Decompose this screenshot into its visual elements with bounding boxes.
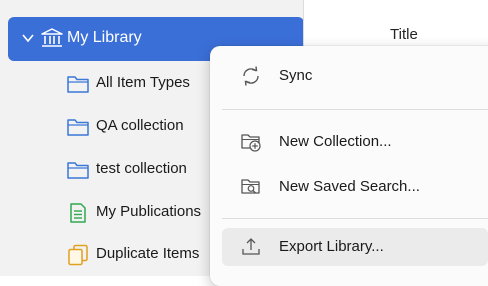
tree-item-label: My Publications — [96, 203, 202, 220]
menu-item-label: New Saved Search... — [279, 178, 420, 195]
tree-item-label: QA collection — [96, 117, 184, 134]
my-library-label: My Library — [67, 29, 142, 46]
folder-icon — [67, 76, 89, 93]
menu-item-label: New Collection... — [279, 133, 392, 150]
tree-item-test-collection[interactable]: test collection — [66, 155, 226, 185]
folder-icon — [67, 162, 89, 179]
sync-icon — [243, 66, 259, 86]
context-menu: Sync New Collection... New Saved Search.… — [210, 46, 488, 286]
menu-item-sync[interactable]: Sync — [222, 57, 488, 95]
folder-icon — [67, 119, 89, 136]
menu-item-label: Export Library... — [279, 238, 384, 255]
export-icon — [242, 238, 260, 255]
tree-item-my-publications[interactable]: My Publications — [66, 198, 226, 228]
tree-item-duplicate-items[interactable]: Duplicate Items — [66, 240, 226, 270]
tree-item-label: Duplicate Items — [96, 245, 200, 262]
menu-item-new-saved-search[interactable]: New Saved Search... — [222, 168, 488, 206]
library-icon — [41, 28, 63, 47]
menu-item-label: Sync — [279, 67, 313, 84]
menu-item-export-library[interactable]: Export Library... — [222, 228, 488, 266]
menu-item-new-collection[interactable]: New Collection... — [222, 123, 488, 161]
tree-item-qa-collection[interactable]: QA collection — [66, 112, 226, 142]
title-column-header[interactable]: Title — [390, 26, 418, 43]
menu-separator — [222, 218, 488, 219]
new-saved-search-icon — [241, 179, 260, 194]
tree-item-label: All Item Types — [96, 74, 190, 91]
chevron-down-icon[interactable] — [21, 31, 35, 45]
new-collection-icon — [241, 134, 261, 152]
menu-separator — [222, 109, 488, 110]
tree-item-label: test collection — [96, 160, 187, 177]
tree-item-all-item-types[interactable]: All Item Types — [66, 69, 226, 99]
duplicate-items-icon — [68, 244, 88, 266]
publications-icon — [70, 203, 86, 223]
